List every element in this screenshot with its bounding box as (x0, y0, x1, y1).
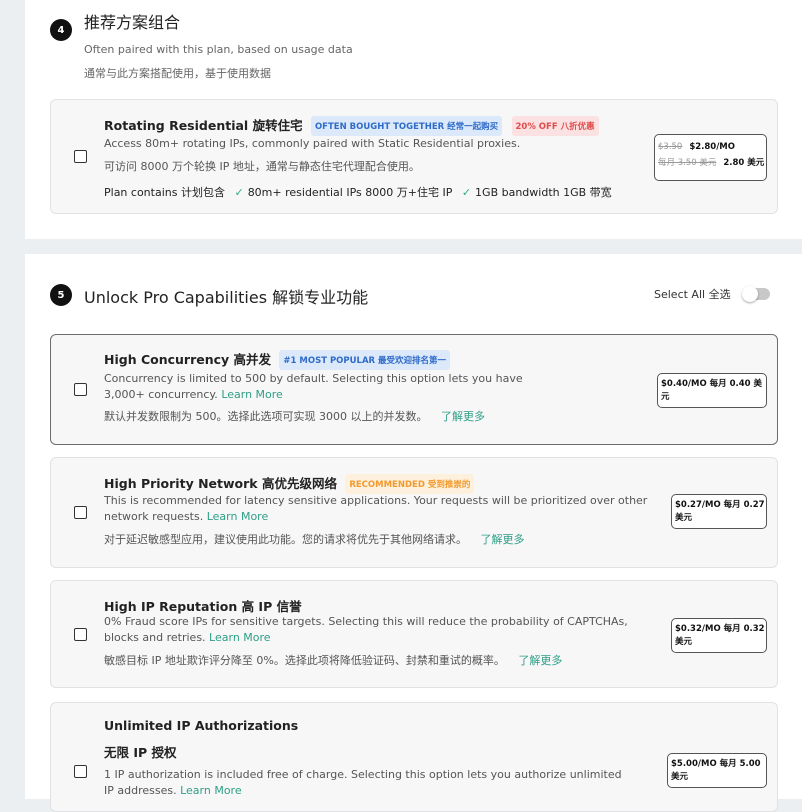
plan-contains-item: 1GB bandwidth 1GB 带宽 (475, 186, 612, 199)
section-title: Unlock Pro Capabilities 解锁专业功能 (84, 288, 369, 307)
learn-more-link[interactable]: Learn More (209, 631, 271, 644)
card-title: High IP Reputation 高 IP 信誉 (104, 599, 302, 614)
price-box: $0.40/MO 每月 0.40 美 元 (657, 373, 767, 408)
price-line: 美元 (671, 772, 689, 782)
price-line: $5.00/MO 每月 5.00 (671, 759, 761, 769)
learn-more-link[interactable]: Learn More (221, 388, 283, 401)
toggle-knob (742, 286, 758, 302)
card-title-zh: 无限 IP 授权 (104, 745, 177, 760)
addon-card-rotating-residential[interactable]: Rotating Residential 旋转住宅 OFTEN BOUGHT T… (50, 99, 778, 214)
addon-checkbox[interactable] (74, 506, 87, 519)
learn-more-link[interactable]: Learn More (180, 784, 242, 797)
price-box: $0.32/MO 每月 0.32 美元 (671, 618, 767, 653)
new-price-zh: 2.80 美元 (723, 158, 765, 168)
addon-checkbox[interactable] (74, 150, 87, 163)
plan-contains-row: Plan contains 计划包含 ✓ 80m+ residential IPs… (104, 184, 612, 200)
learn-more-link[interactable]: 了解更多 (441, 410, 485, 423)
card-title: High Concurrency 高并发 (104, 352, 272, 367)
price-line: $0.27/MO 每月 0.27 (675, 500, 765, 510)
addon-card-high-concurrency[interactable]: High Concurrency 高并发 #1 MOST POPULAR 最受欢… (50, 334, 778, 445)
addon-card-high-ip-reputation[interactable]: High IP Reputation 高 IP 信誉 0% Fraud scor… (50, 580, 778, 688)
price-line: 美元 (675, 513, 693, 523)
learn-more-link[interactable]: 了解更多 (518, 654, 562, 667)
new-price: $2.80/MO (689, 142, 735, 152)
section-pro-capabilities: 5 Unlock Pro Capabilities 解锁专业功能 Select … (25, 254, 802, 812)
plan-contains-label: Plan contains 计划包含 (104, 186, 225, 199)
old-price: $3.50 (658, 142, 683, 152)
check-icon: ✓ (234, 186, 244, 199)
addon-checkbox[interactable] (74, 765, 87, 778)
section-subtitle-zh: 通常与此方案搭配使用，基于使用数据 (84, 67, 271, 80)
card-description-zh: 默认并发数限制为 500。选择此选项可实现 3000 以上的并发数。 了解更多 (104, 410, 485, 423)
step-number-badge: 5 (50, 284, 72, 306)
card-description-en: 0% Fraud score IPs for sensitive targets… (104, 615, 628, 644)
price-line: 美元 (675, 637, 693, 647)
learn-more-link[interactable]: Learn More (207, 510, 269, 523)
recommended-badge: RECOMMENDED 受到推崇的 (345, 473, 475, 494)
addon-card-high-priority-network[interactable]: High Priority Network 高优先级网络 RECOMMENDED… (50, 457, 778, 568)
card-description-zh: 敏感目标 IP 地址欺诈评分降至 0%。选择此项将降低验证码、封禁和重试的概率。… (104, 654, 563, 667)
card-description-en: This is recommended for latency sensitiv… (104, 494, 648, 523)
check-icon: ✓ (461, 186, 472, 199)
card-description-en: 1 IP authorization is included free of c… (104, 768, 622, 797)
learn-more-link[interactable]: 了解更多 (481, 533, 525, 546)
price-box: $0.27/MO 每月 0.27 美元 (671, 494, 767, 529)
most-popular-badge: #1 MOST POPULAR 最受欢迎排名第一 (279, 349, 451, 370)
discount-badge: 20% OFF 八折优惠 (511, 115, 599, 136)
price-line: $0.32/MO 每月 0.32 (675, 624, 765, 634)
select-all-toggle[interactable] (742, 286, 770, 302)
section-title: 推荐方案组合 (84, 13, 181, 32)
price-line: $0.40/MO 每月 0.40 美 (661, 379, 763, 389)
price-line: 元 (661, 392, 670, 402)
step-number-badge: 4 (50, 19, 72, 41)
select-all-label: Select All 全选 (654, 288, 731, 301)
card-title: Unlimited IP Authorizations (104, 718, 299, 733)
price-box: $3.50 $2.80/MO 每月 3.50 美元 2.80 美元 (654, 134, 767, 181)
plan-contains-item: 80m+ residential IPs 8000 万+住宅 IP (247, 186, 453, 199)
addon-card-unlimited-ip-authorizations[interactable]: Unlimited IP Authorizations 无限 IP 授权 1 I… (50, 702, 778, 812)
card-description-en: Access 80m+ rotating IPs, commonly paire… (104, 137, 521, 150)
addon-checkbox[interactable] (74, 628, 87, 641)
section-subtitle-en: Often paired with this plan, based on us… (84, 43, 353, 56)
card-description-en: Concurrency is limited to 500 by default… (104, 372, 523, 401)
old-price-zh: 每月 3.50 美元 (658, 158, 717, 168)
card-title: High Priority Network 高优先级网络 (104, 476, 337, 491)
section-recommended-bundle: 4 推荐方案组合 Often paired with this plan, ba… (25, 0, 802, 239)
card-description-zh: 可访问 8000 万个轮换 IP 地址，通常与静态住宅代理配合使用。 (104, 160, 420, 173)
often-bought-together-badge: OFTEN BOUGHT TOGETHER 经常一起购买 (310, 115, 503, 136)
price-box: $5.00/MO 每月 5.00 美元 (667, 753, 767, 788)
card-title: Rotating Residential 旋转住宅 (104, 118, 303, 133)
addon-checkbox[interactable] (74, 383, 87, 396)
card-description-zh: 对于延迟敏感型应用，建议使用此功能。您的请求将优先于其他网络请求。 了解更多 (104, 533, 525, 546)
